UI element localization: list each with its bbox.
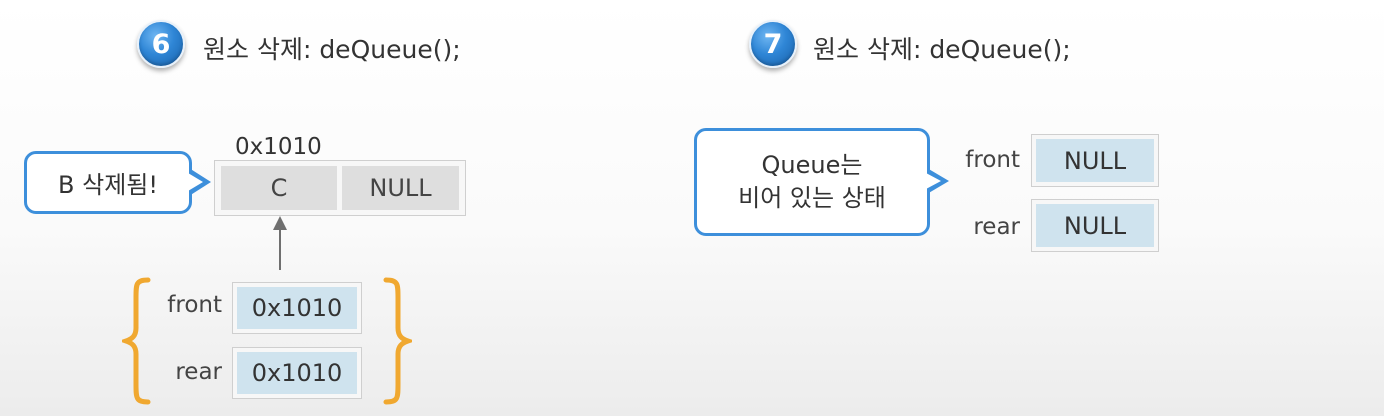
front-pointer-6: 0x1010	[232, 282, 362, 334]
node-address: 0x1010	[235, 134, 322, 160]
queue-node: C NULL	[214, 160, 466, 216]
rear-pointer-6: 0x1010	[232, 347, 362, 399]
front-label-6: front	[167, 292, 222, 318]
front-value-6: 0x1010	[237, 287, 357, 329]
front-value-7: NULL	[1036, 139, 1154, 182]
deleted-callout-text: B 삭제됨!	[58, 171, 158, 199]
rear-label-7: rear	[973, 214, 1020, 240]
step-7-number: 7	[763, 28, 783, 60]
empty-queue-callout: Queue는 비어 있는 상태	[694, 128, 930, 236]
empty-callout-tail-fill	[926, 173, 941, 189]
empty-callout-line-1: Queue는	[761, 151, 863, 179]
arrow-up-line	[279, 228, 281, 270]
node-data-cell: C	[221, 166, 337, 210]
step-7-title: 원소 삭제: deQueue();	[813, 35, 1071, 64]
deleted-callout-tail-fill	[188, 173, 203, 191]
step-6-number: 6	[151, 28, 171, 60]
rear-value-6: 0x1010	[237, 352, 357, 394]
node-link-cell: NULL	[342, 166, 459, 210]
step-6-title: 원소 삭제: deQueue();	[203, 35, 461, 64]
rear-label-6: rear	[175, 359, 222, 385]
rear-value-7: NULL	[1036, 204, 1154, 247]
deleted-callout: B 삭제됨!	[24, 151, 192, 214]
front-pointer-7: NULL	[1031, 134, 1159, 187]
rear-pointer-7: NULL	[1031, 199, 1159, 252]
step-6-badge: 6	[137, 20, 185, 68]
step-7-badge: 7	[749, 20, 797, 68]
right-brace	[383, 277, 412, 405]
empty-callout-line-2: 비어 있는 상태	[738, 184, 886, 212]
front-label-7: front	[965, 147, 1020, 173]
